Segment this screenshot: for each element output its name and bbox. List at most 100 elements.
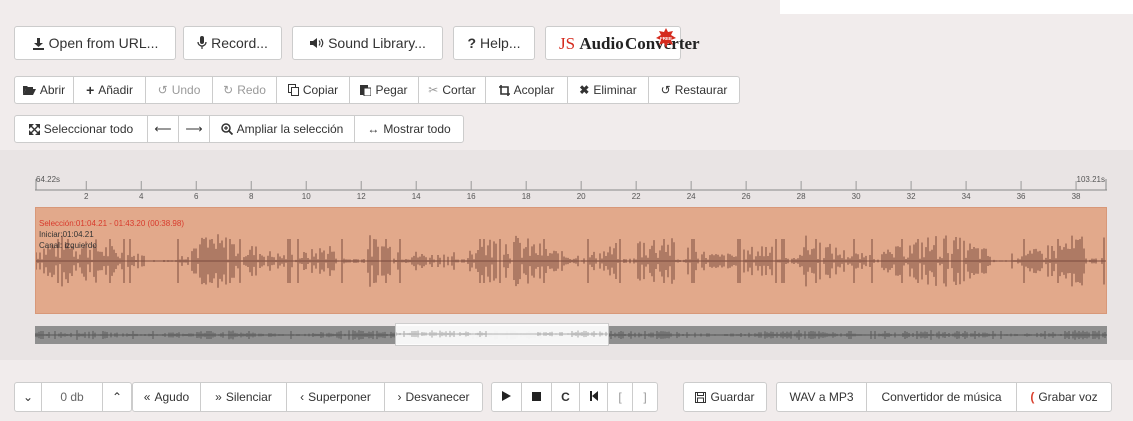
chevron-up-icon: ⌃	[111, 390, 123, 404]
volume-value: 0 db	[41, 382, 103, 412]
ruler-tick-label: 4	[139, 192, 144, 201]
stop-button[interactable]	[521, 382, 552, 412]
play-button[interactable]	[491, 382, 522, 412]
record-button[interactable]: Record...	[183, 26, 282, 60]
ruler-tick-label: 6	[194, 192, 199, 201]
guardar-button[interactable]: Guardar	[683, 382, 767, 412]
agudo-button[interactable]: « Agudo	[132, 382, 201, 412]
links-group: WAV a MP3 Convertidor de música ( Grabar…	[776, 382, 1112, 412]
ruler-tick-label: 20	[576, 192, 586, 201]
ruler-tick-label: 36	[1016, 192, 1026, 201]
restore-icon: ↺	[660, 83, 671, 97]
superponer-button[interactable]: ‹ Superponer	[286, 382, 385, 412]
volume-group: ⌄ 0 db ⌃	[14, 382, 132, 412]
ruler-tick-label: 14	[411, 192, 421, 201]
selection-start-text: Iniciar:01:04.21	[39, 230, 94, 239]
mark-end-button[interactable]: ]	[632, 382, 658, 412]
grabar-voz-button[interactable]: ( Grabar voz	[1016, 382, 1112, 412]
ruler-tick-label: 18	[521, 192, 531, 201]
timeline-ruler[interactable]: 64.22s 103.21s 2 4 6 8 10 12 14 16 18 20 22 24 26 28 3…	[35, 175, 1107, 205]
ruler-tick-label: 34	[961, 192, 971, 201]
ruler-tick-label: 16	[466, 192, 476, 201]
acoplar-button[interactable]: Acoplar	[485, 76, 568, 104]
ruler-tick-label: 32	[906, 192, 916, 201]
logo-audio: Audio	[579, 34, 624, 53]
ruler-tick-label: 8	[248, 192, 254, 201]
copiar-button[interactable]: Copiar	[276, 76, 350, 104]
skip-back-icon	[589, 390, 598, 404]
selection-info: Selección:01:04.21 - 01:43.20 (00:38.98)…	[39, 218, 184, 251]
mostrar-todo-button[interactable]: ↔ Mostrar todo	[354, 115, 464, 143]
undo-button[interactable]: ↺ Undo	[145, 76, 213, 104]
zoom-in-icon	[220, 123, 233, 135]
crop-icon	[498, 84, 510, 96]
wav-mp3-button[interactable]: WAV a MP3	[776, 382, 867, 412]
selection-range-text: Selección:01:04.21 - 01:43.20 (00:38.98)	[39, 219, 184, 228]
mark-start-button[interactable]: [	[607, 382, 633, 412]
chevron-down-icon: ⌄	[22, 390, 34, 404]
redo-button[interactable]: ↻ Redo	[212, 76, 277, 104]
ruler-tick-label: 26	[741, 192, 751, 201]
pegar-button[interactable]: Pegar	[349, 76, 419, 104]
viewport-wave	[395, 330, 608, 338]
arrow-left-icon: ⟵	[154, 122, 172, 136]
play-icon	[502, 390, 511, 404]
ruler-tick-label: 24	[686, 192, 696, 201]
volume-down-button[interactable]: ⌄	[14, 382, 42, 412]
close-icon: ✖	[579, 83, 590, 97]
desvanecer-button[interactable]: › Desvanecer	[384, 382, 483, 412]
ruler-tick-label: 12	[356, 192, 366, 201]
refresh-icon: C	[561, 390, 570, 404]
open-url-button[interactable]: Open from URL...	[14, 26, 176, 60]
microphone-red-icon: (	[1030, 390, 1035, 404]
selection-region[interactable]	[35, 207, 1107, 314]
waveform	[36, 234, 1106, 288]
shift-left-button[interactable]: ⟵	[147, 115, 179, 143]
expand-icon	[28, 123, 40, 135]
silenciar-button[interactable]: » Silenciar	[200, 382, 287, 412]
ruler-tick-label: 10	[301, 192, 311, 201]
selection-channel-text: Canal: izquierdo	[39, 241, 97, 250]
question-icon: ?	[467, 35, 477, 51]
angle-right-icon: ›	[397, 390, 402, 404]
help-button[interactable]: ? Help...	[453, 26, 535, 60]
effects-group: « Agudo » Silenciar ‹ Superponer › Desva…	[132, 382, 483, 412]
ruler-tick-label: 28	[796, 192, 806, 201]
seleccionar-todo-button[interactable]: Seleccionar todo	[14, 115, 148, 143]
shift-right-button[interactable]: ⟶	[178, 115, 210, 143]
arrows-horizontal-icon: ↔	[367, 122, 380, 136]
rewind-button[interactable]	[579, 382, 608, 412]
abrir-button[interactable]: Abrir	[14, 76, 74, 104]
undo-icon: ↺	[157, 83, 168, 97]
ruler-tick-label: 2	[84, 192, 89, 201]
cortar-button[interactable]: ✂ Cortar	[418, 76, 486, 104]
volume-up-button[interactable]: ⌃	[102, 382, 132, 412]
playback-group: C [ ]	[491, 382, 658, 412]
ruler-tick-label: 38	[1071, 192, 1081, 201]
logo-js: JS	[559, 34, 576, 53]
free-badge-icon: FREE	[656, 28, 676, 48]
redo-icon: ↻	[223, 83, 234, 97]
app-logo[interactable]: JS Audio Converter FREE	[545, 26, 700, 60]
ampliar-seleccion-button[interactable]: Ampliar la selección	[209, 115, 355, 143]
overview-viewport[interactable]	[395, 323, 609, 346]
selection-toolbar: Seleccionar todo ⟵ ⟶ Ampliar la selecció…	[14, 115, 464, 143]
convertidor-button[interactable]: Convertidor de música	[866, 382, 1017, 412]
top-strip	[780, 0, 1133, 14]
edit-toolbar: Abrir + Añadir ↺ Undo ↻ Redo Copiar Pega…	[14, 76, 740, 104]
double-chevron-up-icon: «	[143, 390, 151, 404]
anadir-button[interactable]: + Añadir	[73, 76, 146, 104]
folder-open-icon	[22, 85, 36, 96]
eliminar-button[interactable]: ✖ Eliminar	[567, 76, 649, 104]
plus-icon: +	[86, 82, 95, 98]
scissors-icon: ✂	[428, 83, 439, 97]
svg-text:FREE: FREE	[660, 36, 672, 41]
angle-left-icon: ‹	[300, 390, 305, 404]
restaurar-button[interactable]: ↺ Restaurar	[648, 76, 740, 104]
sound-library-button[interactable]: Sound Library...	[292, 26, 443, 60]
loop-button[interactable]: C	[551, 382, 580, 412]
save-icon	[695, 391, 707, 403]
ruler-tick-label: 30	[851, 192, 861, 201]
microphone-icon	[197, 36, 207, 50]
double-chevron-down-icon: »	[215, 390, 222, 404]
